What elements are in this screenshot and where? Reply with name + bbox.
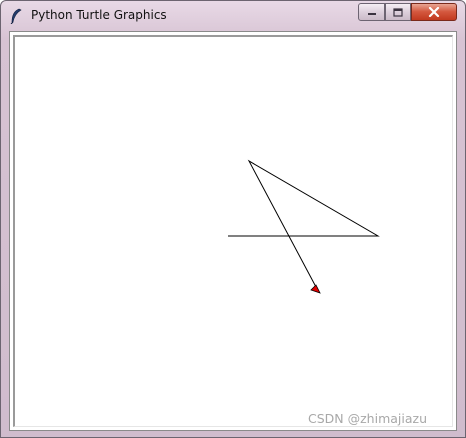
minimize-icon [367, 13, 376, 15]
window-title: Python Turtle Graphics [31, 8, 167, 22]
maximize-icon [393, 7, 403, 17]
turtle-canvas[interactable] [13, 35, 453, 427]
turtle-path [228, 159, 380, 288]
feather-icon [10, 8, 22, 24]
title-bar[interactable]: Python Turtle Graphics [1, 1, 465, 31]
turtle-window: Python Turtle Graphics [0, 0, 466, 438]
turtle-drawing [228, 159, 380, 294]
turtle-arrow-icon [310, 284, 321, 294]
close-button[interactable] [411, 3, 457, 21]
window-client-area [9, 31, 457, 431]
watermark: CSDN @zhimajiazu [308, 411, 427, 426]
close-icon [428, 7, 440, 17]
maximize-button[interactable] [385, 3, 411, 21]
minimize-button[interactable] [358, 3, 385, 21]
